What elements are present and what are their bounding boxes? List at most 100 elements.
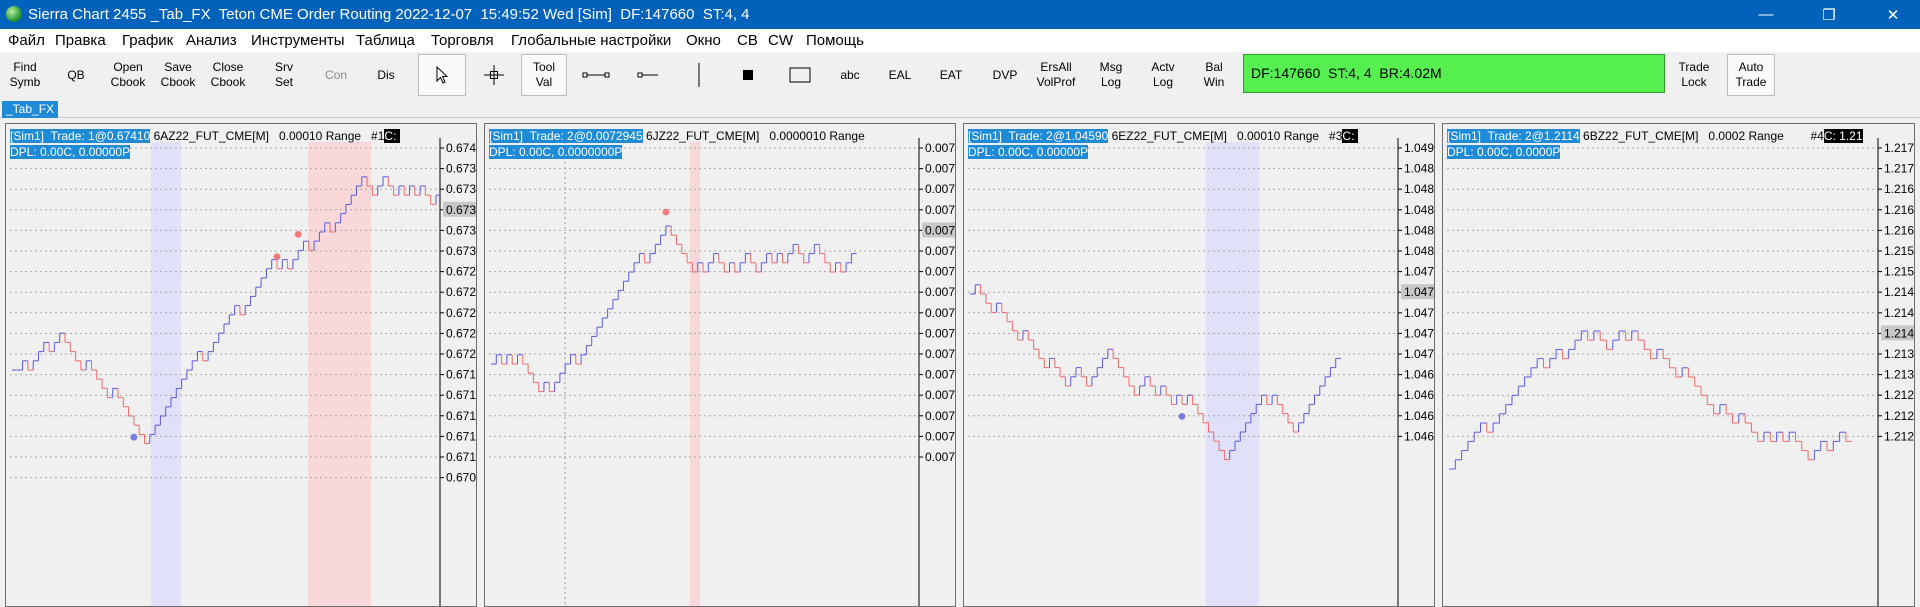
scale-tick-label: 1.04800 [1404,244,1435,258]
erase-all-volume-profile-button[interactable]: ErsAll VolProf [1032,54,1080,96]
price-scale [918,124,955,606]
scale-tick-label: 1.2124 [1884,409,1915,423]
open-cbook-button[interactable]: Open Cbook [105,54,151,96]
sim-label: [Sim1] [10,129,45,143]
symbol-info: 6BZ22_FUT_CME[M] 0.0002 Range #4 [1579,129,1824,143]
menu-analysis[interactable]: Анализ [186,32,237,49]
close-cbook-button[interactable]: Close Cbook [205,54,251,96]
tool-values-button[interactable]: Tool Val [521,54,567,96]
menu-chart[interactable]: График [122,32,173,49]
rectangle-icon [789,67,811,83]
scale-tick-label: 0.67140 [446,409,477,423]
scale-tick-label: 0.0073160 [925,203,956,217]
scale-tick-label: 0.67120 [446,429,477,443]
scale-tick-label: 1.2148 [1884,285,1915,299]
vertical-line-tool-button[interactable] [676,54,722,96]
scale-tick-label: 0.67220 [446,326,477,340]
sim-label: [Sim1] [968,129,1003,143]
auto-trade-button[interactable]: Auto Trade [1727,54,1775,96]
pointer-tool-button[interactable] [418,54,466,96]
scale-tick-label: 0.0072980 [925,388,956,402]
filled-square-icon [743,70,753,80]
scale-tick-label: 1.2152 [1884,265,1915,279]
ray-tool-button[interactable] [624,54,672,96]
scale-tick-label: 0.67200 [446,347,477,361]
symbol-info: 6JZ22_FUT_CME[M] 0.0000010 Range [642,129,865,143]
symbol-info: 6EZ22_FUT_CME[M] 0.00010 Range #3 [1108,129,1343,143]
message-log-button[interactable]: Msg Log [1088,54,1134,96]
dvp-button[interactable]: DVP [982,54,1028,96]
qb-button[interactable]: QB [55,54,97,96]
menu-table[interactable]: Таблица [356,32,415,49]
scale-tick-label: 1.2136 [1884,347,1915,361]
pointer-icon [436,66,449,84]
eat-button[interactable]: EAT [928,54,974,96]
menu-file[interactable]: Файл [8,32,45,49]
scale-tick-label: 1.04720 [1404,326,1435,340]
chart-6ez22[interactable]: 1.04900 1.04880 1.04860 1.04840 1.04820 1.048… [963,123,1435,607]
chart-header: [Sim1] Trade: 1@0.67410 6AZ22_FUT_CME[M]… [10,128,400,160]
vertical-line-icon [698,63,700,87]
connect-button[interactable]: Con [315,54,357,96]
menu-help[interactable]: Помощь [806,32,864,49]
crosshair-tool-button[interactable] [470,54,518,96]
menu-window[interactable]: Окно [686,32,721,49]
scale-tick-label: 1.04620 [1404,429,1435,443]
menu-trade[interactable]: Торговля [431,32,494,49]
scale-tick-label: 1.04660 [1404,388,1435,402]
trade-marker [130,433,138,441]
menu-edit[interactable]: Правка [55,32,106,49]
scale-tick-label: 0.67160 [446,388,477,402]
minimize-button[interactable]: — [1743,0,1789,29]
dpl-label: DPL: 0.00C, 0.00000P [968,145,1089,159]
scale-tick-label: 1.2168 [1884,182,1915,196]
dpl-label: DPL: 0.00C, 0.00000P [10,145,131,159]
find-symbol-button[interactable]: Find Symb [2,54,48,96]
ray-icon [637,72,658,78]
save-cbook-button[interactable]: Save Cbook [155,54,201,96]
tab-tab-fx[interactable]: _Tab_FX [2,101,59,118]
balance-window-button[interactable]: Bal Win [1191,54,1237,96]
chart-header: [Sim1] Trade: 2@1.2114 6BZ22_FUT_CME[M] … [1447,128,1863,160]
marker-tool-button[interactable] [725,54,771,96]
scale-tick-label: 0.67180 [446,368,477,382]
scale-tick-label: 1.04780 [1404,265,1435,279]
trade-label: Trade: 2 [523,129,574,143]
sim-label: [Sim1] [1447,129,1482,143]
maximize-button[interactable]: ❐ [1806,0,1852,29]
corner-label: C: [1342,129,1358,143]
scale-tick-label: 0.0073000 [925,368,956,382]
trade-label: Trade: 1 [44,129,95,143]
trade-price: @1.2114 [1531,129,1580,143]
disconnect-button[interactable]: Dis [366,54,406,96]
activity-log-button[interactable]: Actv Log [1140,54,1186,96]
menu-global-settings[interactable]: Глобальные настройки [511,32,671,49]
scale-tick-label: 1.2172 [1884,162,1915,176]
menu-cw[interactable]: CW [768,32,793,49]
dpl-label: DPL: 0.00C, 0.0000P [1447,145,1561,159]
scale-tick-label: 0.0073100 [925,265,956,279]
scale-tick-label: 1.2176 [1884,141,1915,155]
price-chart-6jz22: 0.0073220 0.0073200 0.0073180 0.0073160 0.00… [489,124,956,606]
corner-label: C: [384,129,400,143]
menu-tools[interactable]: Инструменты [251,32,345,49]
scale-tick-label: 1.2164 [1884,203,1915,217]
line-segment-icon [582,72,610,78]
chart-header: [Sim1] Trade: 2@1.04590 6EZ22_FUT_CME[M]… [968,128,1358,160]
chart-6jz22[interactable]: 0.0073220 0.0073200 0.0073180 0.0073160 0.00… [484,123,956,607]
rectangle-tool-button[interactable] [776,54,824,96]
close-button[interactable]: ✕ [1870,0,1916,29]
scale-tick-label: 1.04860 [1404,182,1435,196]
scale-tick-label: 0.67100 [446,450,477,464]
menu-cb[interactable]: CB [737,32,758,49]
text-tool-button[interactable]: abc [827,54,873,96]
line-tool-button[interactable] [572,54,620,96]
chart-6bz22[interactable]: 1.2176 1.2172 1.2168 1.2164 1.2160 1.2156 1.21… [1442,123,1915,607]
scale-tick-label: 0.0073180 [925,182,956,196]
server-settings-button[interactable]: Srv Set [262,54,306,96]
scale-tick-label: 0.0072920 [925,450,956,464]
eal-button[interactable]: EAL [877,54,923,96]
scale-tick-label: 0.0073060 [925,306,956,320]
trade-lock-button[interactable]: Trade Lock [1670,54,1718,96]
chart-6az22[interactable]: 0.67400 0.67380 0.67360 0.67340 0.67320 0.673… [5,123,477,607]
